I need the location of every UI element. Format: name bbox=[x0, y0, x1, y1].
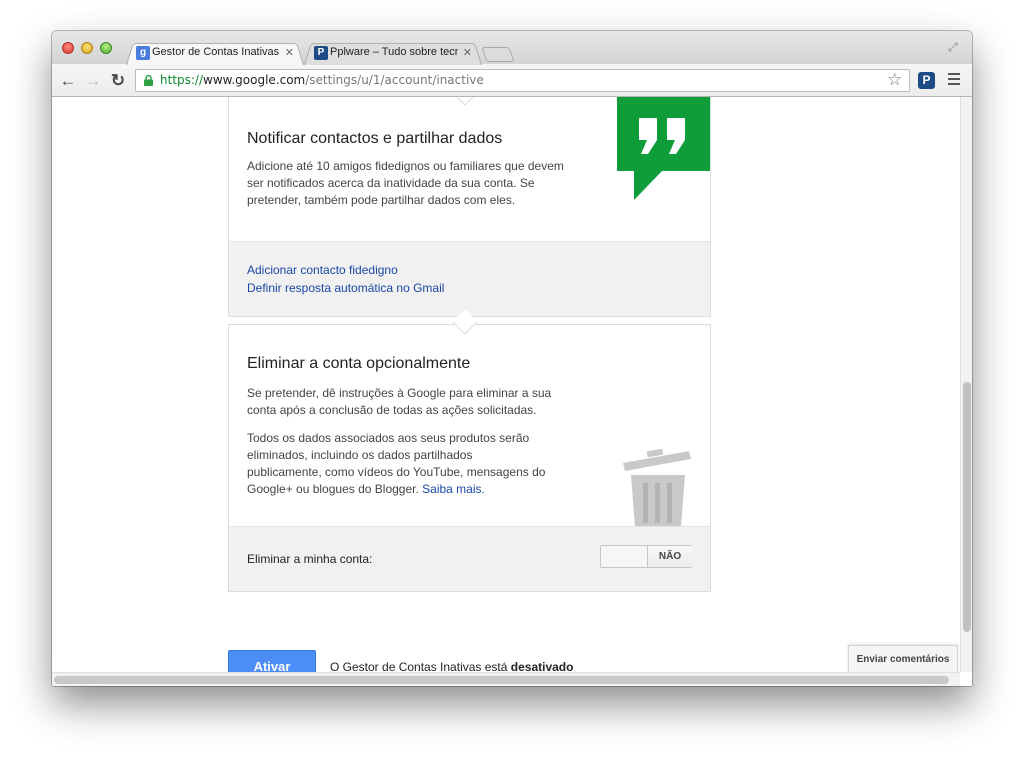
delete-card-paragraph-2: Todos os dados associados aos seus produ… bbox=[247, 430, 547, 498]
lock-icon bbox=[144, 75, 153, 86]
hamburger-menu-icon[interactable] bbox=[948, 73, 960, 88]
tab-strip: g Gestor de Contas Inativas ✕ P Pplware … bbox=[52, 31, 972, 65]
page-viewport: Notificar contactos e partilhar dados Ad… bbox=[52, 97, 972, 686]
delete-account-card: Eliminar a conta opcionalmente Se preten… bbox=[228, 309, 711, 592]
url-host: www.google.com bbox=[203, 73, 306, 87]
url-path: /settings/u/1/account/inactive bbox=[305, 73, 484, 87]
horizontal-scrollbar[interactable] bbox=[52, 672, 960, 686]
set-gmail-auto-reply-link[interactable]: Definir resposta automática no Gmail bbox=[247, 281, 444, 295]
tab-gestor-contas-inativas[interactable]: g Gestor de Contas Inativas ✕ bbox=[126, 41, 304, 65]
notify-card-title: Notificar contactos e partilhar dados bbox=[247, 130, 503, 147]
toggle-track bbox=[601, 546, 648, 567]
delete-card-paragraph-1: Se pretender, dê instruções à Google par… bbox=[247, 386, 552, 417]
delete-card-footer: Eliminar a minha conta: NÃO bbox=[229, 526, 710, 591]
google-g-icon: g bbox=[136, 46, 150, 60]
toggle-state-label: NÃO bbox=[647, 546, 692, 567]
tab-title: Pplware – Tudo sobre tecn bbox=[330, 46, 458, 58]
add-trusted-contact-link[interactable]: Adicionar contacto fidedigno bbox=[247, 263, 398, 277]
trash-can-icon bbox=[623, 448, 691, 527]
notify-contacts-card: Notificar contactos e partilhar dados Ad… bbox=[228, 97, 711, 317]
new-tab-button[interactable] bbox=[481, 47, 515, 62]
tab-title: Gestor de Contas Inativas bbox=[152, 46, 280, 58]
address-bar[interactable]: https://www.google.com/settings/u/1/acco… bbox=[135, 69, 910, 92]
browser-window: g Gestor de Contas Inativas ✕ P Pplware … bbox=[52, 31, 972, 686]
url-scheme: https:// bbox=[160, 73, 204, 87]
close-window-button[interactable] bbox=[62, 42, 74, 54]
browser-toolbar: ← → ↻ https://www.google.com/settings/u/… bbox=[52, 64, 972, 97]
notify-card-description: Adicione até 10 amigos fidedignos ou fam… bbox=[247, 159, 564, 207]
send-feedback-button[interactable]: Enviar comentários bbox=[848, 645, 958, 673]
close-tab-icon[interactable]: ✕ bbox=[285, 46, 294, 59]
close-tab-icon[interactable]: ✕ bbox=[463, 46, 472, 59]
zoom-window-button[interactable] bbox=[100, 42, 112, 54]
quote-bubble-icon bbox=[617, 97, 710, 200]
fullscreen-icon[interactable]: ⤢ bbox=[948, 40, 962, 54]
delete-account-toggle[interactable]: NÃO bbox=[600, 545, 692, 568]
reload-icon[interactable]: ↻ bbox=[108, 71, 128, 91]
pplware-p-icon: P bbox=[314, 46, 328, 60]
minimize-window-button[interactable] bbox=[81, 42, 93, 54]
notify-card-footer: Adicionar contacto fidedigno Definir res… bbox=[229, 241, 710, 316]
vertical-scrollbar-thumb[interactable] bbox=[963, 382, 971, 632]
vertical-scrollbar[interactable] bbox=[960, 97, 972, 672]
pplware-extension-icon[interactable]: P bbox=[918, 72, 935, 89]
tab-pplware[interactable]: P Pplware – Tudo sobre tecn ✕ bbox=[304, 41, 482, 65]
delete-account-label: Eliminar a minha conta: bbox=[247, 552, 373, 566]
learn-more-link[interactable]: Saiba mais. bbox=[422, 482, 485, 496]
card-connector-notch bbox=[452, 97, 478, 106]
bookmark-star-icon[interactable]: ☆ bbox=[887, 70, 902, 90]
forward-arrow-icon[interactable]: → bbox=[83, 71, 103, 91]
back-arrow-icon[interactable]: ← bbox=[58, 71, 78, 91]
horizontal-scrollbar-thumb[interactable] bbox=[54, 676, 949, 684]
delete-card-paragraph-2-text: Todos os dados associados aos seus produ… bbox=[247, 431, 546, 496]
delete-card-title: Eliminar a conta opcionalmente bbox=[247, 355, 471, 372]
